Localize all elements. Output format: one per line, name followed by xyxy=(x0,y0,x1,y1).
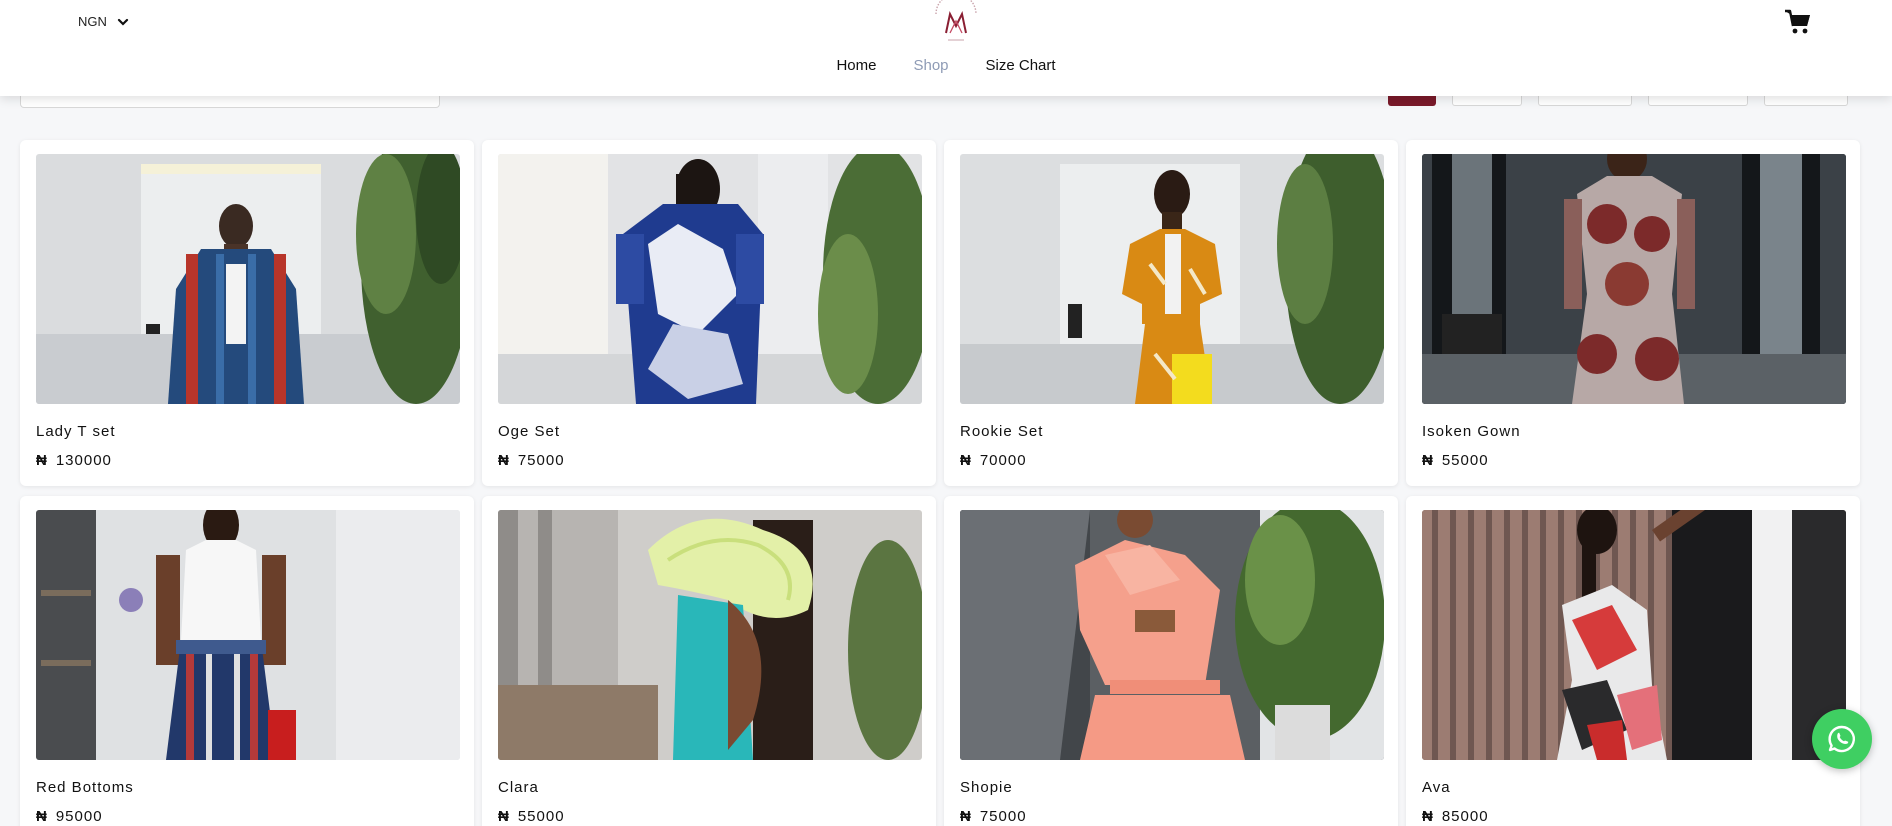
price-value: 95000 xyxy=(55,808,103,825)
product-price: ₦ 95000 xyxy=(36,808,458,825)
currency-symbol: ₦ xyxy=(1422,808,1434,825)
product-image[interactable] xyxy=(1422,154,1846,404)
product-card[interactable]: Clara ₦ 55000 xyxy=(482,496,936,826)
currency-symbol: ₦ xyxy=(960,808,972,825)
price-value: 55000 xyxy=(517,808,565,825)
price-value: 70000 xyxy=(979,452,1027,469)
product-card[interactable]: Lady T set ₦ 130000 xyxy=(20,140,474,486)
product-image[interactable] xyxy=(960,154,1384,404)
product-grid: Lady T set ₦ 130000 Oge Set ₦ 75000 Rook… xyxy=(20,140,1862,826)
product-name[interactable]: Rookie Set xyxy=(960,423,1382,440)
product-card[interactable]: Shopie ₦ 75000 xyxy=(944,496,1398,826)
price-value: 85000 xyxy=(1441,808,1489,825)
price-value: 55000 xyxy=(1441,452,1489,469)
product-name[interactable]: Lady T set xyxy=(36,423,458,440)
nav-size-chart[interactable]: Size Chart xyxy=(986,57,1056,74)
product-name[interactable]: Oge Set xyxy=(498,423,920,440)
product-image[interactable] xyxy=(1422,510,1846,760)
currency-symbol: ₦ xyxy=(1422,452,1434,469)
product-name[interactable]: Isoken Gown xyxy=(1422,423,1844,440)
main-nav: Home Shop Size Chart xyxy=(0,57,1892,74)
product-price: ₦ 130000 xyxy=(36,452,458,469)
currency-selector[interactable]: NGN xyxy=(78,14,129,29)
product-name[interactable]: Ava xyxy=(1422,779,1844,796)
site-header: NGN Home Shop Size Chart xyxy=(0,0,1892,96)
whatsapp-chat-button[interactable] xyxy=(1812,709,1872,769)
product-card[interactable]: Ava ₦ 85000 xyxy=(1406,496,1860,826)
product-name[interactable]: Red Bottoms xyxy=(36,779,458,796)
currency-symbol: ₦ xyxy=(498,808,510,825)
chevron-down-icon xyxy=(117,18,128,26)
product-price: ₦ 75000 xyxy=(498,452,920,469)
product-image[interactable] xyxy=(960,510,1384,760)
product-image[interactable] xyxy=(36,154,460,404)
product-card[interactable]: Isoken Gown ₦ 55000 xyxy=(1406,140,1860,486)
price-value: 130000 xyxy=(55,452,112,469)
product-card[interactable]: Red Bottoms ₦ 95000 xyxy=(20,496,474,826)
currency-label: NGN xyxy=(78,14,107,29)
product-name[interactable]: Shopie xyxy=(960,779,1382,796)
product-price: ₦ 55000 xyxy=(498,808,920,825)
currency-symbol: ₦ xyxy=(36,808,48,825)
currency-symbol: ₦ xyxy=(960,452,972,469)
product-price: ₦ 85000 xyxy=(1422,808,1844,825)
product-image[interactable] xyxy=(498,510,922,760)
shopping-cart-icon[interactable] xyxy=(1784,8,1812,36)
currency-symbol: ₦ xyxy=(498,452,510,469)
product-card[interactable]: Oge Set ₦ 75000 xyxy=(482,140,936,486)
product-card[interactable]: Rookie Set ₦ 70000 xyxy=(944,140,1398,486)
product-name[interactable]: Clara xyxy=(498,779,920,796)
nav-home[interactable]: Home xyxy=(836,57,876,74)
product-image[interactable] xyxy=(36,510,460,760)
nav-shop[interactable]: Shop xyxy=(913,57,948,74)
brand-logo[interactable] xyxy=(926,0,986,44)
price-value: 75000 xyxy=(517,452,565,469)
whatsapp-icon xyxy=(1828,725,1855,753)
product-price: ₦ 75000 xyxy=(960,808,1382,825)
currency-symbol: ₦ xyxy=(36,452,48,469)
price-value: 75000 xyxy=(979,808,1027,825)
product-price: ₦ 55000 xyxy=(1422,452,1844,469)
product-image[interactable] xyxy=(498,154,922,404)
product-price: ₦ 70000 xyxy=(960,452,1382,469)
